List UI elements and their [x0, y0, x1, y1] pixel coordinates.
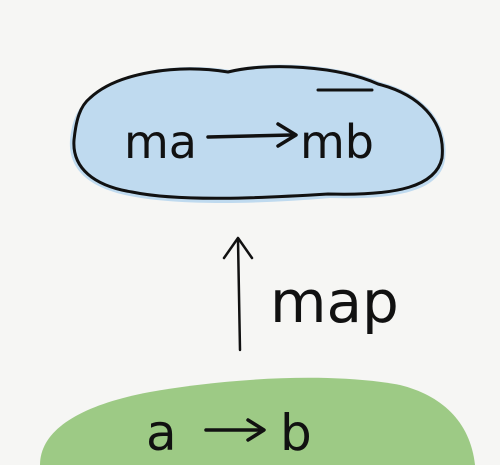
- bottom-hill: a b: [40, 377, 475, 465]
- bottom-hill-fill: [40, 377, 475, 465]
- diagram-svg: ma mb map a b: [40, 64, 475, 465]
- hill-left-label: a: [146, 404, 177, 462]
- top-cloud: ma mb: [69, 64, 446, 204]
- map-label: map: [270, 268, 399, 336]
- diagram-canvas: ma mb map a b: [0, 0, 500, 465]
- hill-right-label: b: [280, 404, 312, 462]
- cloud-right-label: mb: [300, 115, 374, 169]
- map-arrow: [222, 236, 254, 352]
- cloud-left-label: ma: [124, 115, 197, 169]
